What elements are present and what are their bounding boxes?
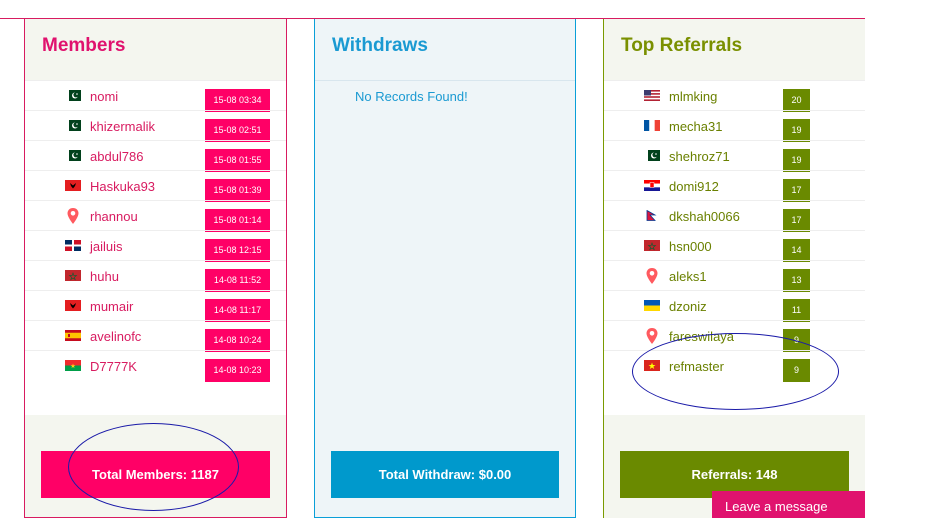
join-time-badge: 15-08 01:55 xyxy=(205,149,270,172)
referral-count-badge: 17 xyxy=(783,209,810,232)
no-records-text: No Records Found! xyxy=(355,89,468,104)
flag-es-icon xyxy=(65,330,81,341)
username-link[interactable]: mlmking xyxy=(669,89,717,104)
list-item: mlmking 20 xyxy=(604,80,865,112)
flag-fr-icon xyxy=(644,120,660,131)
flag-us-icon xyxy=(644,90,660,101)
username-link[interactable]: aleks1 xyxy=(669,269,707,284)
username-link[interactable]: domi912 xyxy=(669,179,719,194)
list-item: dkshah0066 17 xyxy=(604,200,865,232)
referral-count-badge: 17 xyxy=(783,179,810,202)
join-time-badge: 15-08 12:15 xyxy=(205,239,270,262)
list-item: D7777K 14-08 10:23 xyxy=(25,350,286,382)
flag-hr-icon xyxy=(644,180,660,191)
flag-pk-icon xyxy=(644,150,660,161)
list-item: mecha31 19 xyxy=(604,110,865,142)
flag-ma-icon xyxy=(644,240,660,251)
username-link[interactable]: rhannou xyxy=(90,209,138,224)
withdraws-panel: Withdraws No Records Found! Total Withdr… xyxy=(314,19,576,518)
username-link[interactable]: jailuis xyxy=(90,239,123,254)
top-referrals-title: Top Referrals xyxy=(621,35,743,56)
flag-pk-icon xyxy=(65,150,81,161)
join-time-badge: 14-08 10:24 xyxy=(205,329,270,352)
leave-message-button[interactable]: Leave a message xyxy=(712,491,865,518)
referral-count-badge: 14 xyxy=(783,239,810,262)
location-pin-icon xyxy=(645,327,659,345)
referral-count-badge: 20 xyxy=(783,89,810,112)
list-item: domi912 17 xyxy=(604,170,865,202)
username-link[interactable]: hsn000 xyxy=(669,239,712,254)
username-link[interactable]: khizermalik xyxy=(90,119,155,134)
username-link[interactable]: nomi xyxy=(90,89,118,104)
username-link[interactable]: Haskuka93 xyxy=(90,179,155,194)
list-item: rhannou 15-08 01:14 xyxy=(25,200,286,232)
top-referrals-panel: Top Referrals mlmking 20 mecha31 19 shehroz7… xyxy=(603,19,865,518)
list-item: hsn000 14 xyxy=(604,230,865,262)
annotation-circle-members-total xyxy=(68,423,239,511)
list-item: khizermalik 15-08 02:51 xyxy=(25,110,286,142)
list-item: dzoniz 11 xyxy=(604,290,865,322)
flag-ma-icon xyxy=(65,270,81,281)
list-item: aleks1 13 xyxy=(604,260,865,292)
username-link[interactable]: shehroz71 xyxy=(669,149,730,164)
list-spacer xyxy=(25,380,286,415)
join-time-badge: 14-08 11:52 xyxy=(205,269,270,292)
list-item: nomi 15-08 03:34 xyxy=(25,80,286,112)
username-link[interactable]: mumair xyxy=(90,299,133,314)
list-item: abdul786 15-08 01:55 xyxy=(25,140,286,172)
flag-pk-icon xyxy=(65,90,81,101)
flag-al-icon xyxy=(65,180,81,191)
username-link[interactable]: abdul786 xyxy=(90,149,144,164)
flag-ua-icon xyxy=(644,300,660,311)
annotation-circle-referral-rows xyxy=(632,333,839,410)
username-link[interactable]: avelinofc xyxy=(90,329,141,344)
flag-np-icon xyxy=(644,210,660,221)
username-link[interactable]: dzoniz xyxy=(669,299,707,314)
referral-count-badge: 19 xyxy=(783,119,810,142)
location-pin-icon xyxy=(66,207,80,225)
username-link[interactable]: dkshah0066 xyxy=(669,209,740,224)
flag-pk-icon xyxy=(65,120,81,131)
join-time-badge: 14-08 11:17 xyxy=(205,299,270,322)
join-time-badge: 15-08 01:14 xyxy=(205,209,270,232)
total-withdraw-button[interactable]: Total Withdraw: $0.00 xyxy=(331,451,559,498)
referral-count-badge: 11 xyxy=(783,299,810,322)
username-link[interactable]: mecha31 xyxy=(669,119,722,134)
list-item: huhu 14-08 11:52 xyxy=(25,260,286,292)
withdraws-list: No Records Found! xyxy=(315,80,575,416)
flag-al-icon xyxy=(65,300,81,311)
list-item: shehroz71 19 xyxy=(604,140,865,172)
members-title: Members xyxy=(42,35,126,56)
list-item: jailuis 15-08 12:15 xyxy=(25,230,286,262)
list-item: mumair 14-08 11:17 xyxy=(25,290,286,322)
location-pin-icon xyxy=(645,267,659,285)
withdraws-title: Withdraws xyxy=(332,35,428,56)
referral-count-badge: 19 xyxy=(783,149,810,172)
username-link[interactable]: huhu xyxy=(90,269,119,284)
username-link[interactable]: D7777K xyxy=(90,359,137,374)
flag-bf-icon xyxy=(65,360,81,371)
join-time-badge: 15-08 01:39 xyxy=(205,179,270,202)
members-list: nomi 15-08 03:34 khizermalik 15-08 02:51 abd… xyxy=(25,80,286,415)
referral-count-badge: 13 xyxy=(783,269,810,292)
join-time-badge: 15-08 03:34 xyxy=(205,89,270,112)
list-item: Haskuka93 15-08 01:39 xyxy=(25,170,286,202)
join-time-badge: 14-08 10:23 xyxy=(205,359,270,382)
flag-do-icon xyxy=(65,240,81,251)
list-item: avelinofc 14-08 10:24 xyxy=(25,320,286,352)
join-time-badge: 15-08 02:51 xyxy=(205,119,270,142)
